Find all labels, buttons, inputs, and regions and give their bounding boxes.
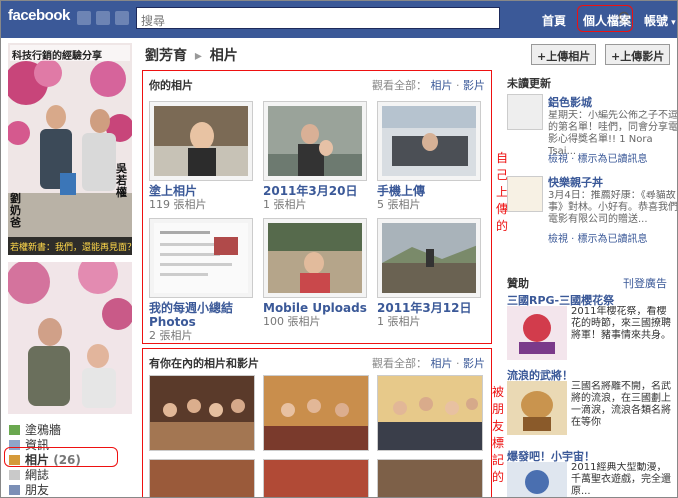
album-card[interactable]: 手機上傳 5 張相片 xyxy=(377,101,485,212)
update-item: 快樂親子丼 3月4日：推薦好康：《尋貓故事》對林。小好有。恭喜我們電影有限公司的… xyxy=(507,174,678,256)
album-count: 100 張相片 xyxy=(263,315,321,328)
nav-home-link[interactable]: 首頁 xyxy=(542,12,566,29)
notes-icon xyxy=(9,470,20,480)
profile-name-right: 吳若權 xyxy=(116,162,127,199)
album-count: 1 張相片 xyxy=(263,198,307,211)
profile-photo-image xyxy=(8,43,132,255)
update-avatar[interactable] xyxy=(507,176,543,212)
tagged-photo[interactable] xyxy=(263,459,369,497)
view-all-videos-link[interactable]: 影片 xyxy=(463,79,485,92)
profile-picture[interactable]: 科技行銷的經驗分享 劉奶爸 吳若權 若權新書：我們，還能再見面？ xyxy=(8,43,132,255)
right-sidebar: +上傳相片 +上傳影片 未讀更新 鋁色影城 星期天：小編先公佈之子不逗的第名單！… xyxy=(499,38,678,497)
unread-updates-heading: 未讀更新 xyxy=(507,77,551,90)
search-placeholder: 搜尋 xyxy=(141,14,166,28)
album-title[interactable]: 我的每週小總結 Photos xyxy=(149,301,257,329)
tagged-photo[interactable] xyxy=(377,459,483,497)
ad-text: 三國名將離不開，名武將的流浪，在三國劃上一滴淚，流浪各類名將在等你 xyxy=(571,381,671,428)
notifications-icon[interactable] xyxy=(115,11,129,25)
create-ad-link[interactable]: 刊登廣告 xyxy=(623,275,667,291)
album-count: 2 張相片 xyxy=(149,329,193,342)
ad-text: 2011年櫻花祭，看櫻花的時節，來三國撩聘將軍！豬事情來共身。 xyxy=(571,306,671,341)
album-card[interactable]: Mobile Uploads 100 張相片 xyxy=(263,218,371,329)
profile-highlight-annotation xyxy=(577,5,633,32)
facebook-logo[interactable]: facebook xyxy=(8,7,70,24)
wall-icon xyxy=(9,425,20,435)
album-thumbnail[interactable] xyxy=(263,101,367,181)
tagged-photo[interactable] xyxy=(149,375,255,451)
upload-videos-button[interactable]: +上傳影片 xyxy=(605,44,671,65)
main-content: 劉芳育 ▸ 相片 你的相片 觀看全部： 相片 · 影片 塗上相片 119 張相片 xyxy=(139,38,508,497)
album-thumbnail[interactable] xyxy=(149,218,253,298)
your-photos-view-all: 觀看全部： 相片 · 影片 xyxy=(372,79,485,92)
search-input[interactable]: 搜尋 xyxy=(136,7,632,29)
album-card[interactable]: 2011年3月12日 1 張相片 xyxy=(377,218,485,329)
profile-caption-bottom: 若權新書：我們，還能再見面？ xyxy=(10,243,132,253)
ad-item[interactable]: 三國名將離不開，名武將的流浪，在三國劃上一滴淚，流浪各類名將在等你 xyxy=(507,381,671,443)
ad-item[interactable]: 2011年櫻花祭，看櫻花的時節，來三國撩聘將軍！豬事情來共身。 xyxy=(507,306,671,362)
ad-item[interactable]: 2011經典大型動漫，千萬聖衣遊戲，完全還原... xyxy=(507,462,671,497)
tagged-photo[interactable] xyxy=(149,459,255,497)
top-navigation-bar: facebook 搜尋 首頁 個人檔案 帳號 ▾ xyxy=(1,1,677,38)
update-actions[interactable]: 檢視 · 標示為已讀訊息 xyxy=(548,234,677,246)
album-title[interactable]: 塗上相片 xyxy=(149,184,257,198)
nav-account-link[interactable]: 帳號 ▾ xyxy=(644,12,676,29)
update-item: 鋁色影城 星期天：小編先公佈之子不逗的第名單！哇們，同會分享電影心得獎名單!! … xyxy=(507,94,678,174)
tagged-photos-section: 有你在內的相片和影片 觀看全部： 相片 · 影片 xyxy=(142,348,492,497)
album-thumbnail[interactable] xyxy=(377,218,481,298)
friend-requests-icon[interactable] xyxy=(77,11,91,25)
album-card[interactable]: 塗上相片 119 張相片 xyxy=(149,101,257,212)
tagged-view-all: 觀看全部： 相片 · 影片 xyxy=(372,357,485,370)
album-thumbnail[interactable] xyxy=(263,218,367,298)
album-title[interactable]: 2011年3月12日 xyxy=(377,301,485,315)
your-photos-section: 你的相片 觀看全部： 相片 · 影片 塗上相片 119 張相片 2011年3月2… xyxy=(142,70,492,344)
ad-image[interactable] xyxy=(507,462,567,497)
your-photos-heading: 你的相片 xyxy=(149,79,193,92)
ad-image[interactable] xyxy=(507,306,567,360)
ad-image[interactable] xyxy=(507,381,567,435)
update-text: 3月4日：推薦好康：《尋貓故事》對林。小好有。恭喜我們電影有限公司的贈送... xyxy=(548,190,678,225)
album-title[interactable]: Mobile Uploads xyxy=(263,301,371,315)
album-count: 5 張相片 xyxy=(377,198,421,211)
album-count: 1 張相片 xyxy=(377,315,421,328)
tagged-photo[interactable] xyxy=(377,375,483,451)
update-avatar[interactable] xyxy=(507,94,543,130)
tagged-photo[interactable] xyxy=(263,375,369,451)
tagged-photos-heading: 有你在內的相片和影片 xyxy=(149,357,259,370)
album-thumbnail[interactable] xyxy=(149,101,253,181)
friends-icon xyxy=(9,485,20,495)
family-photo-image xyxy=(8,262,132,414)
update-actions[interactable]: 檢視 · 標示為已讀訊息 xyxy=(548,154,677,166)
album-title[interactable]: 2011年3月20日 xyxy=(263,184,371,198)
upload-photos-button[interactable]: +上傳相片 xyxy=(531,44,597,65)
album-title[interactable]: 手機上傳 xyxy=(377,184,485,198)
breadcrumb-page: 相片 xyxy=(209,48,238,64)
tagged-view-all-photos-link[interactable]: 相片 xyxy=(431,357,453,370)
breadcrumb-name[interactable]: 劉芳育 xyxy=(145,48,187,64)
album-card[interactable]: 我的每週小總結 Photos 2 張相片 xyxy=(149,218,257,343)
breadcrumb-separator: ▸ xyxy=(194,48,202,64)
left-sidebar: 科技行銷的經驗分享 劉奶爸 吳若權 若權新書：我們，還能再見面？ 塗鴉牆 資訊 … xyxy=(1,38,139,497)
ad-text: 2011經典大型動漫，千萬聖衣遊戲，完全還原... xyxy=(571,462,671,497)
messages-icon[interactable] xyxy=(96,11,110,25)
tagged-view-all-videos-link[interactable]: 影片 xyxy=(463,357,485,370)
facebook-photos-page: facebook 搜尋 首頁 個人檔案 帳號 ▾ 科技行銷的經驗分享 劉奶爸 吳… xyxy=(0,0,678,498)
album-count: 119 張相片 xyxy=(149,198,207,211)
nav-friends[interactable]: 朋友 xyxy=(9,481,49,497)
profile-second-photo[interactable] xyxy=(8,262,132,414)
update-text: 星期天：小編先公佈之子不逗的第名單！哇們，同會分享電影心得獎名單!! 1 Nor… xyxy=(548,110,678,154)
update-title[interactable]: 快樂親子丼 xyxy=(548,174,677,190)
album-card[interactable]: 2011年3月20日 1 張相片 xyxy=(263,101,371,212)
photos-highlight-annotation xyxy=(4,447,118,467)
album-thumbnail[interactable] xyxy=(377,101,481,181)
profile-name-left: 劉奶爸 xyxy=(10,192,21,229)
sponsored-heading: 贊助 xyxy=(507,277,529,290)
view-all-photos-link[interactable]: 相片 xyxy=(431,79,453,92)
profile-caption-top: 科技行銷的經驗分享 xyxy=(12,51,102,62)
page-title: 劉芳育 ▸ 相片 xyxy=(145,45,238,65)
update-title[interactable]: 鋁色影城 xyxy=(548,94,677,110)
